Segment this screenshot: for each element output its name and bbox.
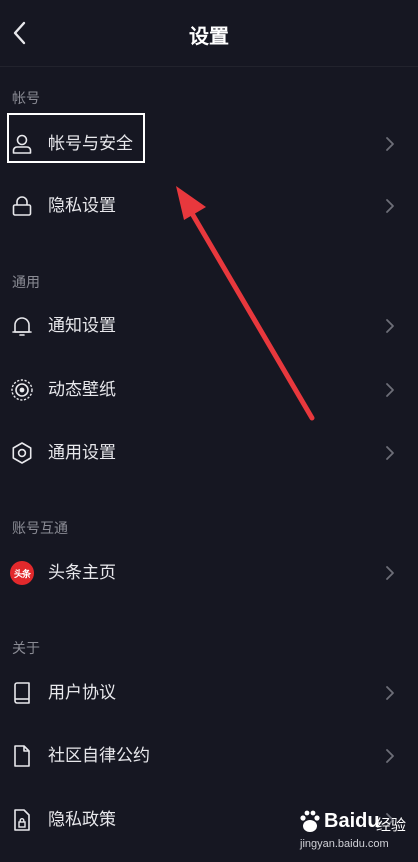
- menu-item-label: 隐私政策: [48, 810, 116, 830]
- menu-item-label: 社区自律公约: [48, 746, 150, 766]
- chevron-right-icon: [386, 199, 394, 213]
- highlight-box: [7, 113, 145, 163]
- target-icon: [11, 379, 33, 401]
- watermark-url: jingyan.baidu.com: [300, 838, 389, 850]
- chevron-right-icon: [386, 137, 394, 151]
- chevron-right-icon: [386, 383, 394, 397]
- menu-item-notification-settings[interactable]: 通知设置: [0, 298, 418, 354]
- section-title-general: 通用: [12, 275, 40, 291]
- menu-item-label: 通用设置: [48, 443, 116, 463]
- menu-item-user-agreement[interactable]: 用户协议: [0, 665, 418, 721]
- menu-item-community-rules[interactable]: 社区自律公约: [0, 728, 418, 784]
- chevron-right-icon: [386, 749, 394, 763]
- section-title-linked-accounts: 账号互通: [12, 521, 68, 537]
- paw-icon: [300, 810, 320, 832]
- watermark-brand: Baidu: [324, 810, 380, 832]
- section-title-account: 帐号: [12, 91, 40, 107]
- menu-item-live-wallpaper[interactable]: 动态壁纸: [0, 362, 418, 418]
- baidu-watermark: Baidu 经验 jingyan.baidu.com: [292, 800, 412, 856]
- watermark-sub: 经验: [376, 816, 407, 834]
- menu-item-label: 头条主页: [48, 563, 116, 583]
- bell-icon: [12, 317, 32, 336]
- toutiao-logo: 头条: [10, 561, 34, 585]
- chevron-right-icon: [386, 686, 394, 700]
- document-icon: [14, 745, 30, 767]
- section-title-about: 关于: [12, 641, 40, 657]
- document-lock-icon: [14, 809, 30, 831]
- gear-icon: [12, 442, 32, 464]
- menu-item-label: 隐私设置: [48, 196, 116, 216]
- menu-item-toutiao-home[interactable]: 头条 头条主页: [0, 545, 418, 601]
- book-icon: [14, 682, 30, 704]
- menu-item-general-settings[interactable]: 通用设置: [0, 425, 418, 481]
- menu-item-label: 用户协议: [48, 683, 116, 703]
- menu-item-label: 动态壁纸: [48, 380, 116, 400]
- chevron-right-icon: [386, 566, 394, 580]
- header-bar: 设置: [0, 0, 418, 67]
- menu-item-privacy-settings[interactable]: 隐私设置: [0, 178, 418, 234]
- page-title: 设置: [189, 24, 229, 48]
- menu-item-label: 通知设置: [48, 316, 116, 336]
- chevron-right-icon: [386, 446, 394, 460]
- lock-icon: [12, 196, 32, 216]
- chevron-right-icon: [386, 319, 394, 333]
